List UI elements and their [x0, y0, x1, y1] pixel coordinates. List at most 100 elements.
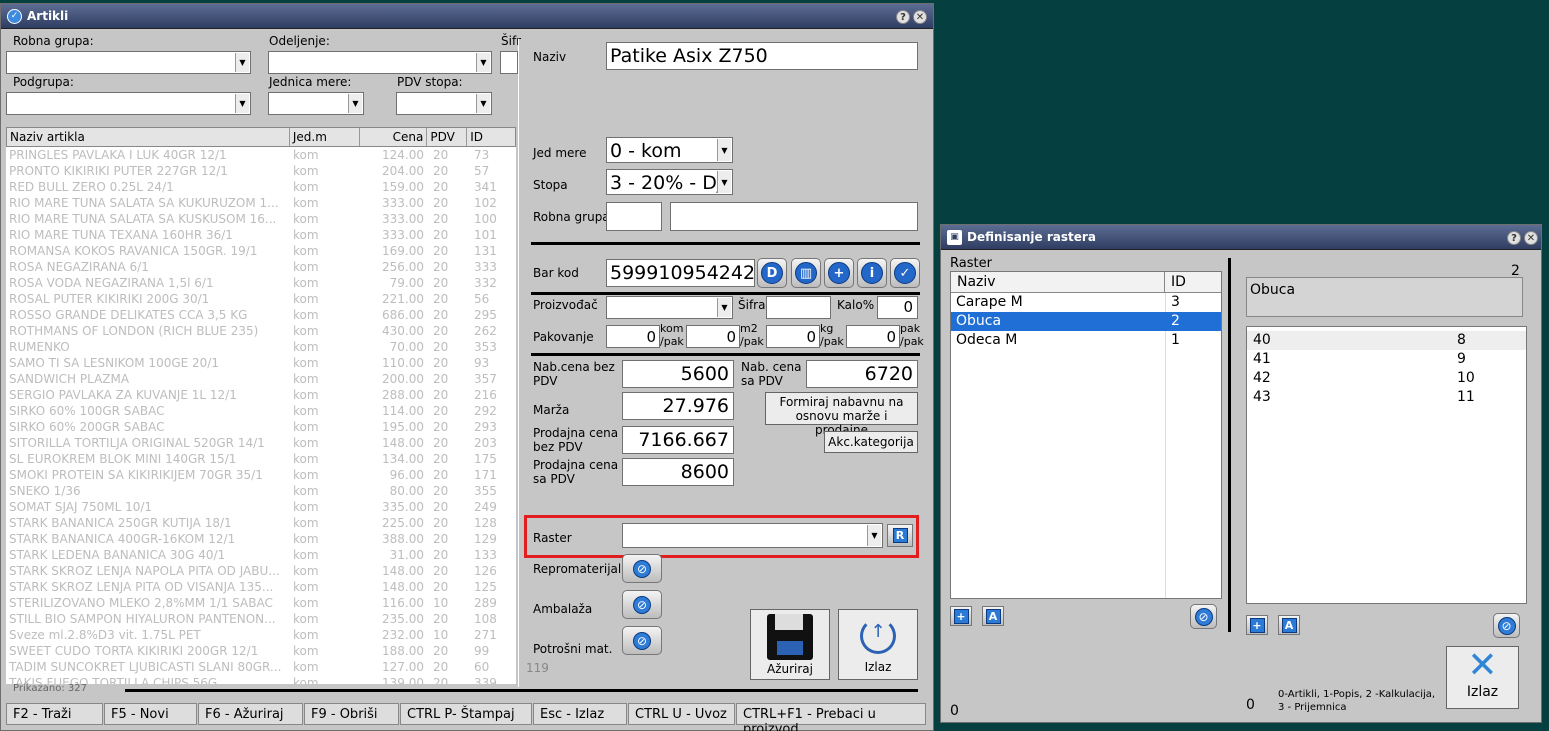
- izlaz-button[interactable]: ↑ Izlaz: [838, 609, 918, 680]
- azuriraj-button[interactable]: Ažuriraj: [750, 609, 830, 680]
- raster-table[interactable]: Naziv ID Carape M 3 Obuca 2 Odeca M 1: [950, 271, 1222, 599]
- col-jedm[interactable]: Jed.m: [290, 128, 360, 146]
- pakovanje-input[interactable]: 0: [686, 325, 740, 348]
- table-row[interactable]: STARK SKROZ LENJA PITA OD VISANJA 135...…: [6, 579, 516, 595]
- pdv-select[interactable]: ▼: [396, 92, 492, 115]
- size-row[interactable]: 40 8: [1247, 331, 1526, 350]
- akc-kategorija-button[interactable]: Akc.kategorija: [824, 431, 918, 453]
- table-row[interactable]: RIO MARE TUNA TEXANA 160HR 36/1 kom 333.00…: [6, 227, 516, 243]
- status-shortcut[interactable]: CTRL+F1 - Prebaci u proizvod: [736, 703, 926, 731]
- table-row[interactable]: STARK BANANICA 400GR-16KOM 12/1 kom 388.00…: [6, 531, 516, 547]
- articles-list[interactable]: PRINGLES PAVLAKA I LUK 40GR 12/1 kom 124.0…: [6, 147, 516, 684]
- prod-sa-input[interactable]: 8600: [622, 458, 734, 486]
- table-row[interactable]: STARK BANANICA 250GR KUTIJA 18/1 kom 225.0…: [6, 515, 516, 531]
- table-row[interactable]: STARK LEDENA BANANICA 30G 40/1 kom 31.00 20…: [6, 547, 516, 563]
- robna-grupa-code-input[interactable]: [606, 202, 662, 231]
- info-button[interactable]: i: [857, 258, 887, 288]
- table-row[interactable]: SL EUROKREM BLOK MINI 140GR 15/1 kom 134.0…: [6, 451, 516, 467]
- raster-r-button[interactable]: R: [887, 524, 913, 547]
- col-naziv[interactable]: Naziv artikla: [7, 128, 290, 146]
- close-icon[interactable]: ✕: [913, 10, 927, 24]
- edit-raster-button[interactable]: A: [982, 606, 1004, 626]
- odeljenje-select[interactable]: ▼: [268, 51, 492, 74]
- table-row[interactable]: ROSA VODA NEGAZIRANA 1,5l 6/1 kom 79.00 20 3…: [6, 275, 516, 291]
- raster-row[interactable]: Carape M 3: [951, 293, 1221, 312]
- robna-grupa-name-input[interactable]: [670, 202, 918, 231]
- table-row[interactable]: SITORILLA TORTILJA ORIGINAL 520GR 14/1 ko…: [6, 435, 516, 451]
- edit-size-button[interactable]: A: [1278, 615, 1300, 635]
- help-icon[interactable]: ?: [1507, 231, 1521, 245]
- sifra-filter-input[interactable]: [500, 51, 518, 74]
- table-row[interactable]: RIO MARE TUNA SALATA SA KUSKUSOM 16... ko…: [6, 211, 516, 227]
- repromaterijal-button[interactable]: ⊘: [622, 554, 662, 583]
- raster-izlaz-button[interactable]: ✕ Izlaz: [1446, 646, 1519, 709]
- table-row[interactable]: SAMO TI SA LESNIKOM 100GE 20/1 kom 110.00 2…: [6, 355, 516, 371]
- raster-title-bar[interactable]: ▣ Definisanje rastera: [941, 225, 1541, 250]
- table-row[interactable]: SANDWICH PLAZMA kom 200.00 20 357: [6, 371, 516, 387]
- col-id[interactable]: ID: [467, 128, 515, 146]
- status-shortcut[interactable]: F6 - Ažuriraj: [198, 703, 303, 725]
- table-row[interactable]: STERILIZOVANO MLEKO 2,8%MM 1/1 SABAC kom 1…: [6, 595, 516, 611]
- marza-input[interactable]: 27.976: [622, 392, 734, 420]
- table-row[interactable]: SERGIO PAVLAKA ZA KUVANJE 1L 12/1 kom 288.…: [6, 387, 516, 403]
- table-row[interactable]: STILL BIO SAMPON HIYALURON PANTENON... ko…: [6, 611, 516, 627]
- add-raster-button[interactable]: +: [950, 606, 972, 626]
- status-shortcut[interactable]: F2 - Traži: [6, 703, 103, 725]
- naziv-input[interactable]: Patike Asix Z750: [606, 42, 918, 70]
- table-row[interactable]: SIRKO 60% 100GR SABAC kom 114.00 20 292: [6, 403, 516, 419]
- bar-kod-input[interactable]: 5999109542427: [606, 259, 755, 287]
- barcode-button[interactable]: ▥: [791, 258, 821, 288]
- status-shortcut[interactable]: Esc - Izlaz: [533, 703, 627, 725]
- delete-raster-button[interactable]: ⊘: [1190, 604, 1217, 629]
- jed-mere-select[interactable]: 0 - kom ▼: [606, 137, 733, 163]
- add-size-button[interactable]: +: [1246, 615, 1268, 635]
- kalo-input[interactable]: 0: [877, 296, 918, 319]
- table-row[interactable]: ROMANSA KOKOS RAVANICA 150GR. 19/1 kom 169…: [6, 243, 516, 259]
- size-row[interactable]: 42 10: [1247, 369, 1526, 388]
- nab-sa-input[interactable]: 6720: [806, 360, 918, 388]
- pakovanje-input[interactable]: 0: [846, 325, 900, 348]
- table-row[interactable]: PRONTO KIKIRIKI PUTER 227GR 12/1 kom 204.0…: [6, 163, 516, 179]
- proizvodjac-select[interactable]: ▼: [606, 296, 733, 319]
- table-row[interactable]: SOMAT SJAJ 750ML 10/1 kom 335.00 20 249: [6, 499, 516, 515]
- col-pdv[interactable]: PDV: [427, 128, 468, 146]
- status-shortcut[interactable]: F5 - Novi: [104, 703, 197, 725]
- status-shortcut[interactable]: F9 - Obriši: [304, 703, 399, 725]
- help-icon[interactable]: ?: [896, 10, 910, 24]
- table-row[interactable]: ROTHMANS OF LONDON (RICH BLUE 235) kom 430…: [6, 323, 516, 339]
- raster-select[interactable]: ▼: [622, 523, 883, 548]
- table-row[interactable]: SNEKO 1/36 kom 80.00 20 355: [6, 483, 516, 499]
- jedinica-select[interactable]: ▼: [268, 92, 364, 115]
- sifra-input[interactable]: [766, 296, 831, 319]
- table-row[interactable]: RUMENKO kom 70.00 20 353: [6, 339, 516, 355]
- table-row[interactable]: RED BULL ZERO 0.25L 24/1 kom 159.00 20 341: [6, 179, 516, 195]
- col-cena[interactable]: Cena: [360, 128, 428, 146]
- formiraj-button[interactable]: Formiraj nabavnu na osnovu marže i proda…: [765, 392, 918, 437]
- ambalaza-button[interactable]: ⊘: [622, 590, 662, 619]
- size-row[interactable]: 43 11: [1247, 388, 1526, 407]
- status-shortcut[interactable]: CTRL P- Štampaj: [400, 703, 532, 725]
- pakovanje-input[interactable]: 0: [766, 325, 820, 348]
- table-row[interactable]: SIRKO 60% 200GR SABAC kom 195.00 20 293: [6, 419, 516, 435]
- panel-splitter[interactable]: [1228, 258, 1231, 632]
- confirm-button[interactable]: ✓: [890, 258, 920, 288]
- podgrupa-select[interactable]: ▼: [6, 92, 251, 115]
- prod-bez-input[interactable]: 7166.667: [622, 426, 734, 454]
- stopa-select[interactable]: 3 - 20% - Dj ▼: [606, 169, 733, 195]
- d-button[interactable]: D: [757, 258, 787, 288]
- table-row[interactable]: STARK SKROZ LENJA NAPOLA PITA OD JABU...…: [6, 563, 516, 579]
- col-id[interactable]: ID: [1165, 272, 1221, 292]
- delete-size-button[interactable]: ⊘: [1493, 613, 1520, 638]
- potrosni-button[interactable]: ⊘: [622, 626, 662, 655]
- add-barcode-button[interactable]: +: [824, 258, 854, 288]
- robna-grupa-select[interactable]: ▼: [6, 51, 251, 74]
- col-naziv[interactable]: Naziv: [951, 272, 1165, 292]
- table-row[interactable]: ROSAL PUTER KIKIRIKI 200G 30/1 kom 221.00 2…: [6, 291, 516, 307]
- size-row[interactable]: 41 9: [1247, 350, 1526, 369]
- sizes-table[interactable]: 40 8 41 9 42 10 43 11: [1246, 326, 1527, 604]
- pakovanje-input[interactable]: 0: [606, 325, 660, 348]
- title-bar[interactable]: ✓ Artikli: [1, 4, 933, 29]
- raster-row[interactable]: Odeca M 1: [951, 331, 1221, 350]
- table-row[interactable]: PRINGLES PAVLAKA I LUK 40GR 12/1 kom 124.0…: [6, 147, 516, 163]
- status-shortcut[interactable]: CTRL U - Uvoz: [628, 703, 735, 725]
